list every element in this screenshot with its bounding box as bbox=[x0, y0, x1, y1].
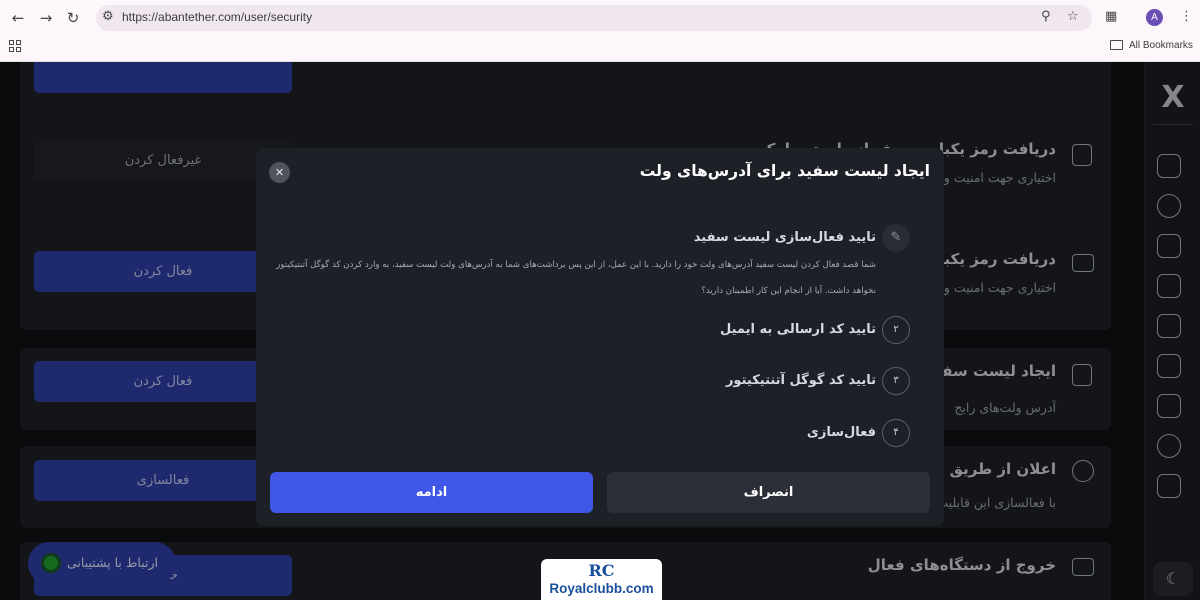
step-1-label: تایید فعال‌سازی لیست سفید bbox=[693, 230, 876, 245]
extensions-icon[interactable]: ▦ bbox=[1105, 9, 1117, 25]
pencil-icon: ✎ bbox=[882, 224, 910, 252]
step-2-number: ۲ bbox=[882, 316, 910, 344]
site-info-icon[interactable]: ⚙ bbox=[102, 9, 114, 25]
back-icon[interactable]: ← bbox=[8, 8, 28, 28]
modal-title: ایجاد لیست سفید برای آدرس‌های ولت bbox=[639, 162, 930, 180]
folder-icon bbox=[1110, 40, 1123, 50]
browser-toolbar: ← → ↻ ⚙ https://abantether.com/user/secu… bbox=[0, 0, 1200, 62]
apps-icon[interactable] bbox=[9, 40, 21, 52]
step-2-label: تایید کد ارسالی به ایمیل bbox=[720, 322, 876, 337]
all-bookmarks-link[interactable]: All Bookmarks bbox=[1129, 40, 1193, 51]
forward-icon[interactable]: → bbox=[36, 8, 56, 28]
zoom-icon[interactable]: ⚲ bbox=[1041, 9, 1051, 25]
watermark-logo: RC bbox=[588, 561, 615, 580]
watermark: RC Royalclubb.com bbox=[541, 559, 662, 600]
continue-button[interactable]: ادامه bbox=[270, 472, 593, 513]
url-text[interactable]: https://abantether.com/user/security bbox=[122, 10, 312, 24]
watermark-text: Royalclubb.com bbox=[549, 581, 654, 596]
step-3-number: ۳ bbox=[882, 367, 910, 395]
step-4-label: فعال‌سازی bbox=[806, 425, 876, 440]
reload-icon[interactable]: ↻ bbox=[63, 8, 83, 28]
whitelist-modal: ایجاد لیست سفید برای آدرس‌های ولت ✕ ✎ تا… bbox=[256, 148, 944, 526]
avatar[interactable]: A bbox=[1146, 9, 1163, 26]
cancel-button[interactable]: انصراف bbox=[607, 472, 930, 513]
star-icon[interactable]: ☆ bbox=[1067, 9, 1079, 25]
step-4-number: ۴ bbox=[882, 419, 910, 447]
step-1-description: شما قصد فعال کردن لیست سفید آدرس‌های ولت… bbox=[276, 260, 876, 296]
step-3-label: تایید کد گوگل آتنتیکیتور bbox=[725, 373, 876, 388]
close-icon[interactable]: ✕ bbox=[269, 162, 290, 183]
menu-icon[interactable]: ⋮ bbox=[1180, 9, 1193, 25]
